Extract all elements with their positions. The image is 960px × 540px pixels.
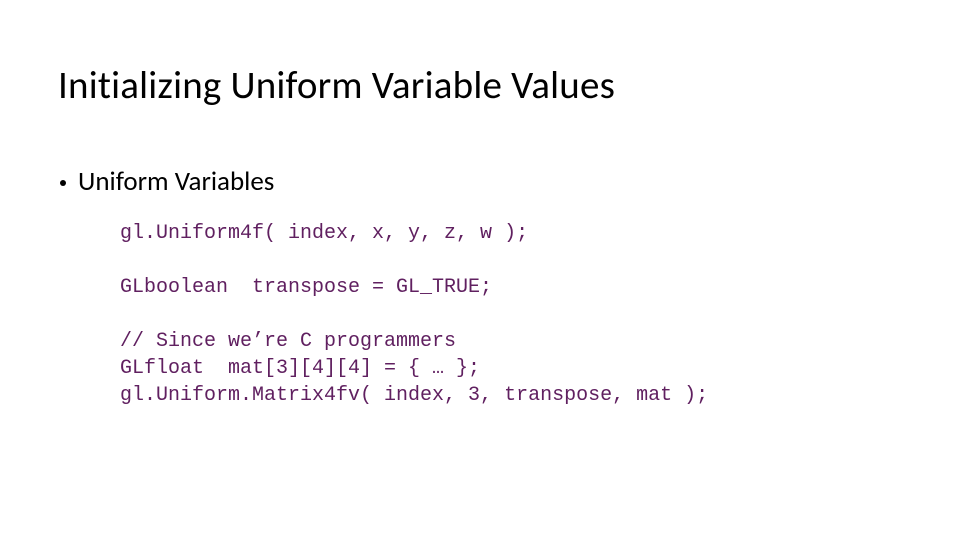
code-block: gl.Uniform4f( index, x, y, z, w ); GLboo…: [120, 220, 708, 409]
slide: Initializing Uniform Variable Values Uni…: [0, 0, 960, 540]
slide-title: Initializing Uniform Variable Values: [58, 62, 615, 109]
bullet-item: Uniform Variables: [60, 165, 274, 198]
bullet-dot-icon: [60, 180, 66, 186]
bullet-text: Uniform Variables: [78, 165, 274, 198]
